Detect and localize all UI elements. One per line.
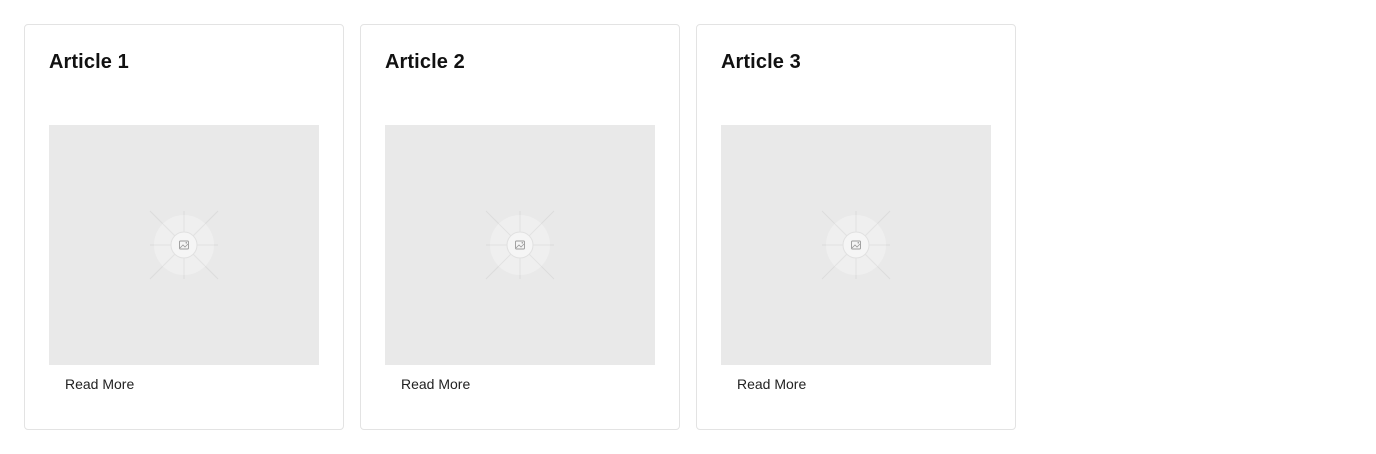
article-title: Article 3 (721, 51, 801, 73)
read-more-link[interactable]: Read More (65, 376, 134, 392)
article-image (49, 125, 319, 365)
article-title: Article 2 (385, 51, 465, 73)
article-card: Article 2 Read More (360, 24, 680, 430)
image-placeholder-icon (821, 210, 891, 280)
image-placeholder-icon (149, 210, 219, 280)
article-card: Article 1 Read More (24, 24, 344, 430)
read-more-link[interactable]: Read More (401, 376, 470, 392)
article-image (721, 125, 991, 365)
article-grid: Article 1 Read More Article 2 Read More … (24, 24, 1016, 430)
article-title: Article 1 (49, 51, 129, 73)
image-placeholder-icon (485, 210, 555, 280)
article-card: Article 3 Read More (696, 24, 1016, 430)
article-image (385, 125, 655, 365)
read-more-link[interactable]: Read More (737, 376, 806, 392)
